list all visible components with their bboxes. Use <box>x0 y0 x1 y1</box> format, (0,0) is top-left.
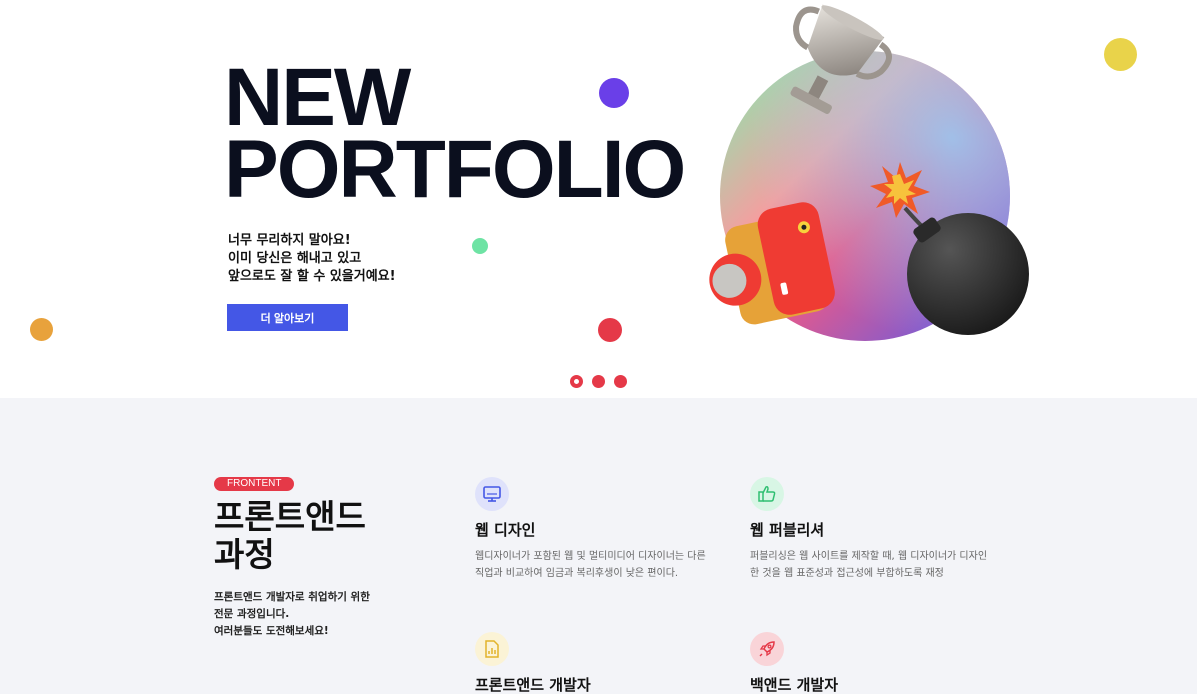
section-desc-line: 여러분들도 도전해보세요! <box>214 625 329 637</box>
course-card-web-design[interactable]: 웹 디자인 웹디자이너가 포함된 웹 및 멀티미디어 디자이너는 다른 직업과 … <box>475 477 715 582</box>
category-badge: FRONTENT <box>214 477 295 491</box>
card-text: 웹디자이너가 포함된 웹 및 멀티미디어 디자이너는 다른 직업과 비교하여 임… <box>475 551 706 579</box>
decor-dot-purple <box>599 78 629 108</box>
monitor-icon <box>475 477 509 511</box>
learn-more-button[interactable]: 더 알아보기 <box>227 304 348 331</box>
course-card-web-publisher[interactable]: 웹 퍼블리셔 퍼블리싱은 웹 사이트를 제작할 때, 웹 디자이너가 디자인한 … <box>750 477 990 582</box>
bomb-icon <box>907 213 1029 335</box>
course-section: FRONTENT 프론트앤드 과정 프론트앤드 개발자로 취업하기 위한 전문 … <box>0 398 1197 694</box>
slider-dot[interactable] <box>592 375 605 388</box>
thumbs-up-icon <box>750 477 784 511</box>
hero-section: NEW PORTFOLIO 너무 무리하지 말아요! 이미 당신은 해내고 있고… <box>0 0 1197 398</box>
section-title-line: 과정 <box>214 535 275 574</box>
section-description: 프론트앤드 개발자로 취업하기 위한 전문 과정입니다. 여러분들도 도전해보세… <box>214 589 370 640</box>
hero-illustration <box>709 4 1029 341</box>
card-text: 퍼블리싱은 웹 사이트를 제작할 때, 웹 디자이너가 디자인한 것을 웹 표준… <box>750 551 988 579</box>
card-title: 웹 디자인 <box>475 521 536 539</box>
hero-desc-line: 앞으로도 잘 할 수 있을거예요! <box>228 269 396 284</box>
course-card-frontend[interactable]: 프론트앤드 개발자 <box>475 632 715 694</box>
course-card-backend[interactable]: 백앤드 개발자 <box>750 632 990 694</box>
section-title-line: 프론트앤드 <box>214 497 366 536</box>
rocket-icon <box>750 632 784 666</box>
decor-dot-red <box>598 318 622 342</box>
section-desc-line: 전문 과정입니다. <box>214 608 290 620</box>
slider-dot[interactable] <box>570 375 583 388</box>
card-title: 웹 퍼블리셔 <box>750 521 825 539</box>
decor-dot-green <box>472 238 488 254</box>
document-chart-icon <box>475 632 509 666</box>
card-title: 백앤드 개발자 <box>750 676 839 694</box>
slider-pagination <box>570 375 627 388</box>
hero-description: 너무 무리하지 말아요! 이미 당신은 해내고 있고 앞으로도 잘 할 수 있을… <box>228 232 396 286</box>
decor-dot-yellow <box>1104 38 1137 71</box>
card-title: 프론트앤드 개발자 <box>475 676 591 694</box>
section-title: 프론트앤드 과정 <box>214 498 366 574</box>
decor-dot-orange <box>30 318 53 341</box>
hero-desc-line: 너무 무리하지 말아요! <box>228 233 351 248</box>
hero-desc-line: 이미 당신은 해내고 있고 <box>228 251 362 266</box>
section-desc-line: 프론트앤드 개발자로 취업하기 위한 <box>214 591 370 603</box>
slider-dot[interactable] <box>614 375 627 388</box>
hero-title-line2: PORTFOLIO <box>224 124 686 215</box>
